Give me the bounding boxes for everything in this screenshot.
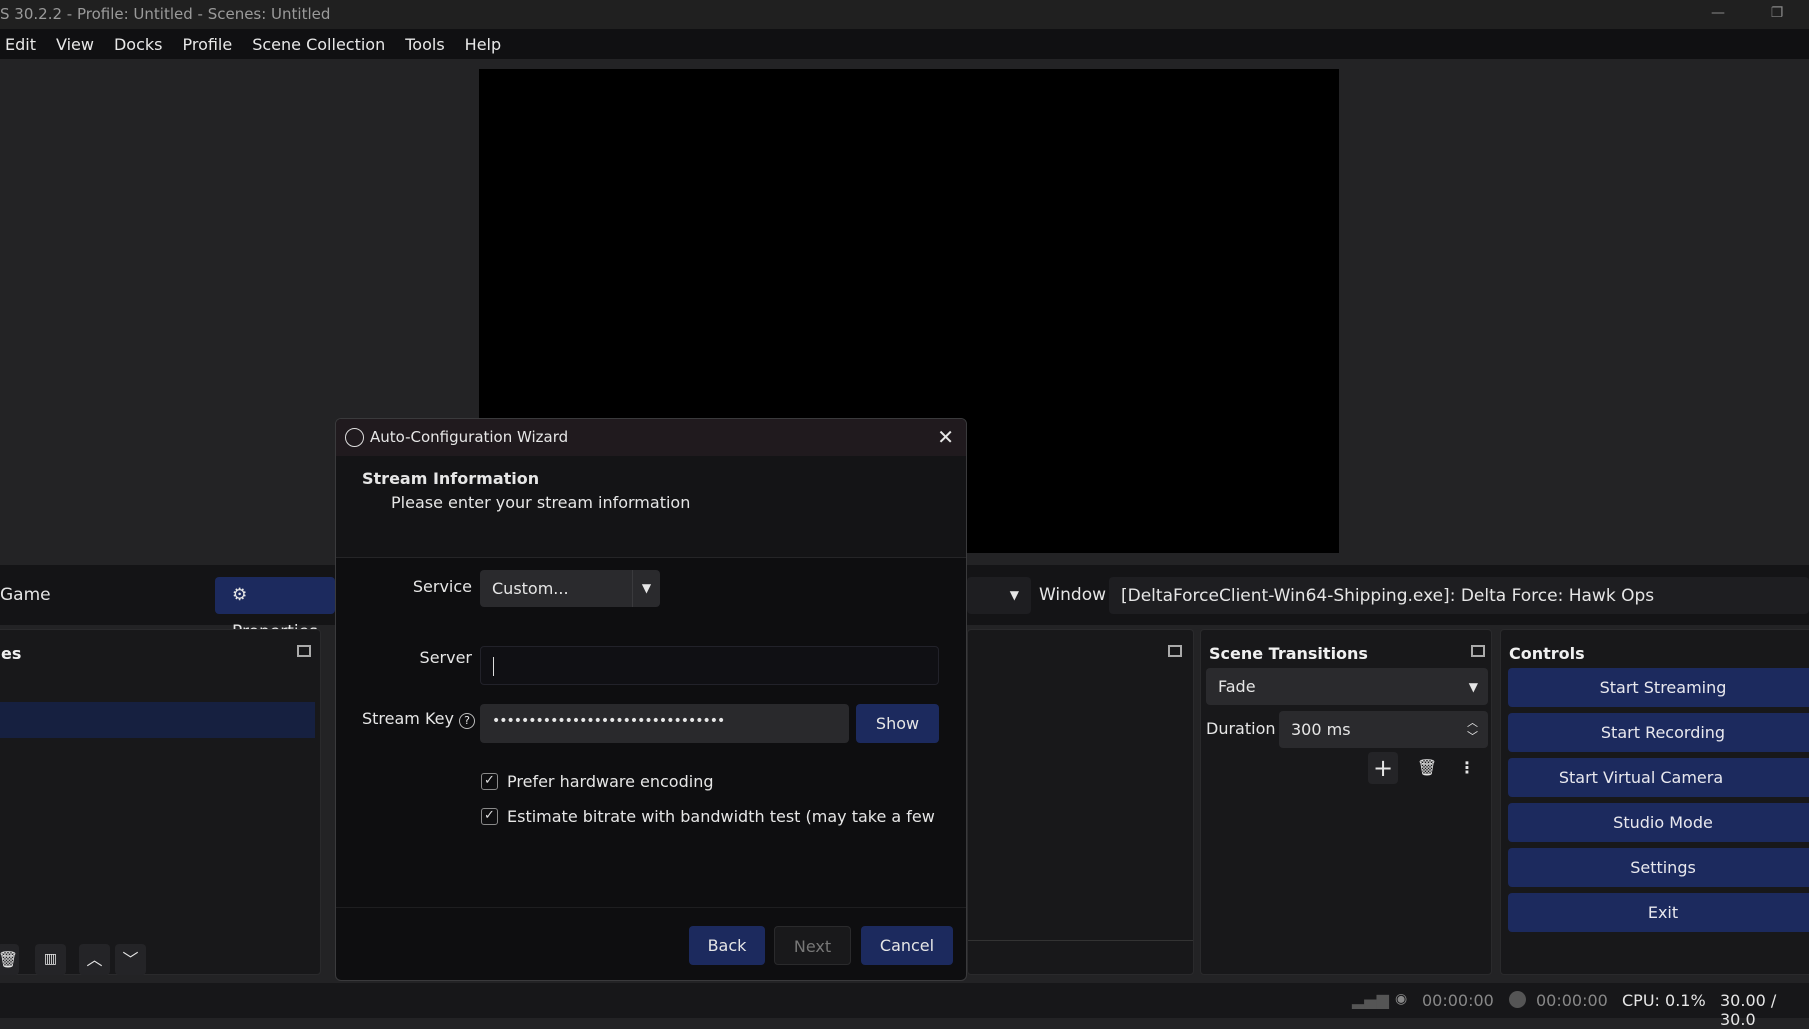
sources-dock: es 🗑 ▥ ︿ ﹀	[0, 629, 321, 975]
exit-button[interactable]: Exit	[1508, 893, 1809, 932]
dialog-title: Auto-Configuration Wizard	[370, 428, 569, 446]
streaming-icon: ◉	[1395, 991, 1408, 1007]
status-bar: ▂▄▆ ◉ 00:00:00 00:00:00 CPU: 0.1% 30.00 …	[0, 983, 1809, 1029]
gear-icon: ⚙	[232, 585, 248, 605]
prefer-hardware-checkbox[interactable]: ✓ Prefer hardware encoding	[481, 772, 714, 791]
more-options-icon[interactable]: ⋮	[1459, 752, 1475, 784]
stream-key-text: Stream Key	[362, 709, 454, 728]
signal-strength-icon: ▂▄▆	[1352, 990, 1389, 1009]
record-time: 00:00:00	[1536, 991, 1608, 1010]
service-select[interactable]: Custom... ▼	[480, 570, 660, 607]
service-label: Service	[412, 577, 472, 596]
checkbox-checked-icon: ✓	[481, 773, 498, 790]
next-button[interactable]: Next	[774, 926, 851, 965]
checkbox-label: Estimate bitrate with bandwidth test (ma…	[507, 807, 941, 826]
menu-tools[interactable]: Tools	[405, 35, 444, 54]
trash-icon[interactable]: 🗑	[0, 944, 19, 975]
menu-bar: Edit View Docks Profile Scene Collection…	[0, 29, 1809, 59]
duration-label: Duration	[1206, 719, 1276, 738]
back-button[interactable]: Back	[689, 926, 765, 965]
duration-value: 300 ms	[1291, 720, 1351, 739]
studio-mode-button[interactable]: Studio Mode	[1508, 803, 1809, 842]
filter-icon[interactable]: ▥	[35, 944, 66, 975]
popout-icon[interactable]	[1168, 645, 1182, 657]
transition-select[interactable]: Fade ▼	[1206, 668, 1488, 705]
chevron-down-icon: ▼	[1468, 679, 1478, 694]
cpu-usage: CPU: 0.1%	[1622, 991, 1706, 1010]
restore-button[interactable]: ❐	[1757, 0, 1797, 29]
popout-icon[interactable]	[1471, 645, 1485, 657]
dialog-title-bar: Auto-Configuration Wizard ✕	[336, 419, 966, 456]
stream-key-label: Stream Key ?	[362, 709, 476, 729]
checkbox-label: Prefer hardware encoding	[507, 772, 714, 791]
minimize-button[interactable]: —	[1698, 0, 1738, 29]
window-title: S 30.2.2 - Profile: Untitled - Scenes: U…	[0, 5, 331, 23]
scene-transitions-dock: Scene Transitions Fade ▼ Duration 300 ms ︿…	[1200, 629, 1492, 975]
obs-logo-icon	[345, 428, 364, 447]
page-subtitle: Please enter your stream information	[391, 493, 691, 512]
window-combo-arrow[interactable]: ▼	[967, 577, 1031, 614]
cancel-button[interactable]: Cancel	[861, 926, 953, 965]
menu-edit[interactable]: Edit	[5, 35, 36, 54]
menu-view[interactable]: View	[56, 35, 94, 54]
menu-scene-collection[interactable]: Scene Collection	[252, 35, 385, 54]
selected-source-row[interactable]	[0, 702, 315, 738]
start-virtual-camera-button[interactable]: Start Virtual Camera	[1508, 758, 1809, 797]
sources-title: es	[1, 644, 22, 663]
start-recording-button[interactable]: Start Recording	[1508, 713, 1809, 752]
move-down-icon[interactable]: ﹀	[115, 944, 146, 975]
transitions-title: Scene Transitions	[1209, 644, 1368, 663]
divider	[968, 940, 1193, 941]
audio-mixer-dock	[967, 629, 1194, 975]
footer-divider	[336, 907, 966, 908]
move-up-icon[interactable]: ︿	[79, 944, 110, 975]
menu-help[interactable]: Help	[465, 35, 501, 54]
server-input[interactable]	[480, 646, 939, 685]
recording-icon	[1509, 991, 1526, 1008]
close-icon[interactable]: ✕	[937, 419, 954, 456]
fps: 30.00 / 30.0	[1720, 991, 1777, 1029]
popout-icon[interactable]	[297, 645, 311, 657]
controls-title: Controls	[1509, 644, 1585, 663]
window-label: Window	[1039, 585, 1107, 605]
menu-profile[interactable]: Profile	[182, 35, 232, 54]
chevron-down-icon: ▼	[1009, 588, 1019, 602]
bandwidth-test-checkbox[interactable]: ✓ Estimate bitrate with bandwidth test (m…	[481, 807, 941, 826]
service-value: Custom...	[492, 579, 569, 598]
window-title-bar: S 30.2.2 - Profile: Untitled - Scenes: U…	[0, 0, 1809, 29]
page-title: Stream Information	[362, 469, 540, 488]
checkbox-checked-icon: ✓	[481, 808, 498, 825]
properties-button[interactable]: ⚙ Properties	[215, 577, 335, 642]
transition-value: Fade	[1218, 677, 1256, 696]
window-value: [DeltaForceClient-Win64-Shipping.exe]: D…	[1121, 585, 1655, 606]
menu-docks[interactable]: Docks	[114, 35, 163, 54]
show-key-button[interactable]: Show	[856, 704, 939, 743]
chevron-down-icon: ▼	[632, 570, 660, 607]
settings-button[interactable]: Settings	[1508, 848, 1809, 887]
help-icon[interactable]: ?	[459, 713, 476, 729]
duration-spinbox[interactable]: 300 ms ︿ ﹀	[1279, 711, 1488, 748]
stream-time: 00:00:00	[1422, 991, 1494, 1010]
add-transition-icon[interactable]: +	[1368, 752, 1398, 784]
source-name: Game	[0, 585, 51, 605]
start-streaming-button[interactable]: Start Streaming	[1508, 668, 1809, 707]
stream-key-input[interactable]: ••••••••••••••••••••••••••••••••	[480, 704, 849, 743]
auto-configuration-wizard-dialog: Auto-Configuration Wizard ✕ Stream Infor…	[335, 418, 967, 981]
dialog-header: Stream Information Please enter your str…	[336, 456, 966, 558]
trash-icon[interactable]: 🗑	[1415, 752, 1439, 784]
window-select[interactable]: [DeltaForceClient-Win64-Shipping.exe]: D…	[1109, 577, 1809, 614]
text-cursor	[493, 657, 494, 676]
spin-arrows-icon[interactable]: ︿ ﹀	[1467, 716, 1478, 744]
server-label: Server	[419, 648, 472, 667]
